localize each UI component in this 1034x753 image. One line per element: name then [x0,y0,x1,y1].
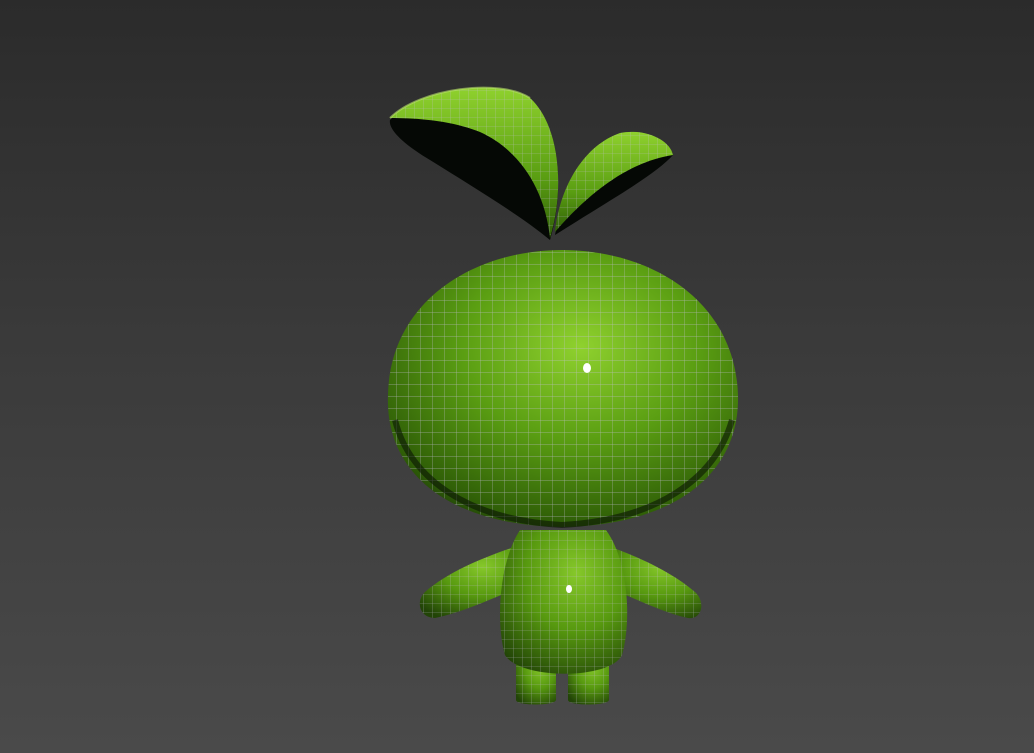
left-leaf[interactable] [389,86,559,240]
right-leaf[interactable] [555,131,673,235]
3d-viewport[interactable] [0,0,1034,753]
body[interactable] [500,530,628,674]
viewport-scene [380,86,745,705]
head-specular-highlight [583,363,591,373]
head[interactable] [380,245,745,535]
body-specular-highlight [566,585,572,593]
